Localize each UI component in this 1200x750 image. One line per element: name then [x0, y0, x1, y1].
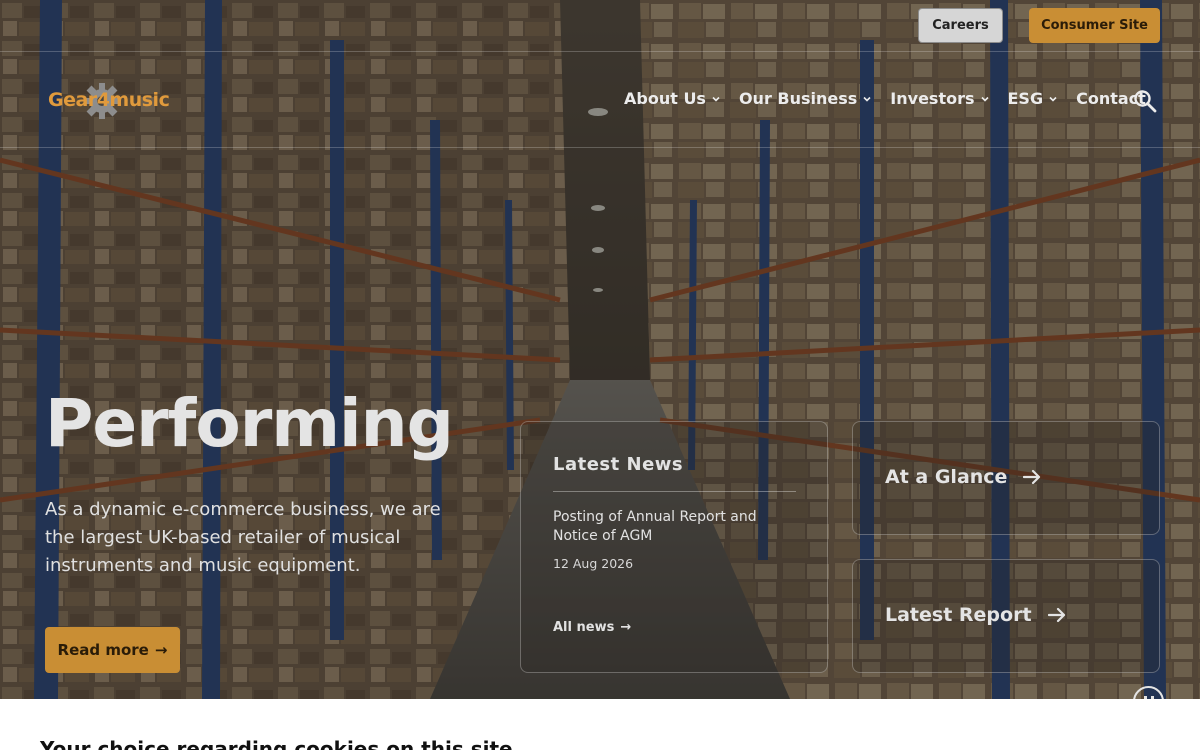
- gear4music-logo[interactable]: Gear4music: [48, 83, 170, 119]
- cookie-banner: Your choice regarding cookies on this si…: [0, 699, 1200, 750]
- nav-item-about-us[interactable]: About Us: [624, 89, 721, 108]
- logo-text-music: music: [109, 89, 170, 111]
- latest-news-card: Latest News Posting of Annual Report and…: [520, 421, 828, 673]
- arrow-right-icon: [1047, 607, 1065, 623]
- nav-item-label: Investors: [890, 89, 975, 108]
- latest-report-label: Latest Report: [885, 604, 1032, 626]
- chevron-down-icon: [712, 96, 720, 102]
- nav-item-label: Our Business: [738, 89, 858, 108]
- careers-button[interactable]: Careers: [918, 8, 1003, 43]
- latest-news-heading: Latest News: [553, 454, 684, 475]
- cookie-banner-title: Your choice regarding cookies on this si…: [40, 737, 513, 750]
- logo-wordmark: Gear4music: [48, 89, 170, 111]
- news-item-date: 12 Aug 2026: [553, 556, 634, 571]
- arrow-right-icon: →: [620, 620, 632, 635]
- search-icon[interactable]: [1132, 88, 1158, 114]
- nav-item-label: About Us: [624, 89, 706, 108]
- chevron-down-icon: [863, 96, 871, 102]
- hero-headline: Performing: [45, 385, 454, 462]
- logo-text-gear: Gear: [48, 89, 97, 111]
- chevron-down-icon: [1049, 96, 1057, 102]
- logo-text-numeral: 4: [96, 89, 110, 111]
- at-a-glance-label-group: At a Glance: [885, 466, 1041, 488]
- latest-report-label-group: Latest Report: [885, 604, 1066, 626]
- chevron-down-icon: [980, 96, 989, 102]
- arrow-right-icon: →: [154, 641, 168, 659]
- all-news-link[interactable]: All news →: [553, 620, 631, 635]
- nav-item-label: ESG: [1007, 89, 1044, 108]
- consumer-site-button[interactable]: Consumer Site: [1029, 8, 1160, 43]
- news-item-link[interactable]: Posting of Annual Report and Notice of A…: [553, 508, 793, 546]
- nav-item-esg[interactable]: ESG: [1008, 89, 1059, 108]
- latest-report-card[interactable]: Latest Report: [852, 559, 1160, 673]
- at-a-glance-label: At a Glance: [885, 466, 1008, 488]
- read-more-button[interactable]: Read more →: [45, 627, 180, 673]
- all-news-label: All news: [553, 620, 615, 635]
- divider: [553, 491, 796, 492]
- hero-intro-text: As a dynamic e-commerce business, we are…: [45, 499, 441, 576]
- arrow-right-icon: [1023, 469, 1041, 485]
- read-more-label: Read more: [57, 641, 149, 659]
- main-navigation: Gear4music About Us Our Business Investo…: [0, 53, 1200, 148]
- at-a-glance-card[interactable]: At a Glance: [852, 421, 1160, 535]
- nav-menu: About Us Our Business Investors ESG Cont…: [624, 89, 1146, 108]
- nav-item-our-business[interactable]: Our Business: [739, 89, 872, 108]
- nav-item-investors[interactable]: Investors: [890, 89, 989, 108]
- utility-bar: Careers Consumer Site: [0, 0, 1200, 52]
